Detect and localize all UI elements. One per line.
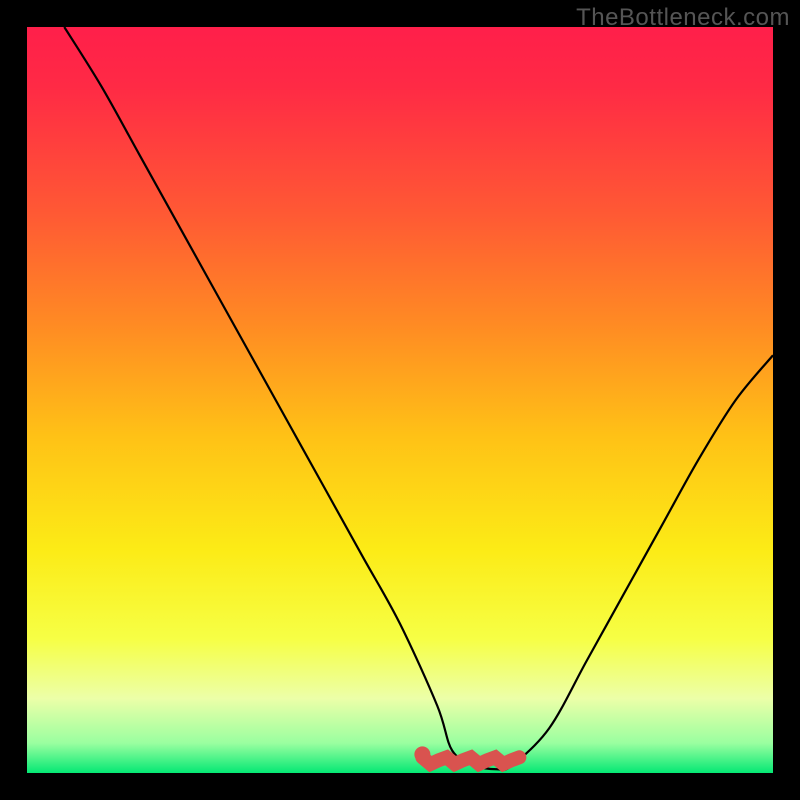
curve-line — [64, 27, 773, 770]
watermark-text: TheBottleneck.com — [576, 4, 790, 32]
tolerance-band — [422, 757, 519, 764]
chart-frame: TheBottleneck.com — [0, 0, 800, 800]
bottleneck-curve — [27, 27, 773, 773]
plot-area — [27, 27, 773, 773]
left-marker-dot — [414, 746, 430, 762]
